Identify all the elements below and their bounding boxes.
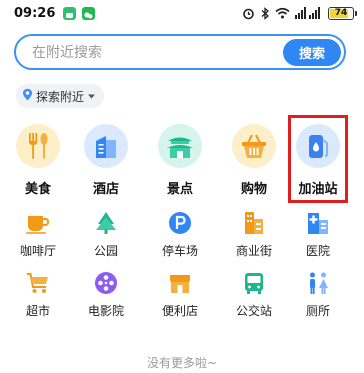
battery-icon: 74 bbox=[328, 6, 357, 20]
category-label: 公交站 bbox=[235, 304, 272, 318]
category-label: 购物 bbox=[240, 182, 267, 197]
shopping-cart-icon bbox=[25, 270, 51, 296]
category-shopping-street[interactable]: 商业街 bbox=[218, 210, 290, 259]
status-bar: 09:26 74 bbox=[0, 0, 364, 26]
hospital-icon bbox=[305, 210, 331, 236]
tree-icon bbox=[93, 210, 119, 236]
signal-icon bbox=[295, 7, 321, 19]
category-label: 厕所 bbox=[305, 304, 330, 318]
shopping-basket-icon bbox=[232, 124, 276, 168]
bus-icon bbox=[241, 270, 267, 296]
battery-percent: 74 bbox=[334, 7, 348, 18]
category-hotel[interactable]: 酒店 bbox=[70, 124, 142, 197]
film-reel-icon bbox=[93, 270, 119, 296]
category-supermarket[interactable]: 超市 bbox=[2, 270, 74, 319]
explore-nearby-label: 探索附近 bbox=[36, 89, 85, 104]
chat-app-icon bbox=[63, 6, 77, 20]
search-button[interactable]: 搜索 bbox=[283, 38, 341, 66]
hotel-building-icon bbox=[84, 124, 128, 168]
parking-icon bbox=[167, 210, 193, 236]
category-park[interactable]: 公园 bbox=[70, 210, 142, 259]
category-convenience-store[interactable]: 便利店 bbox=[144, 270, 216, 319]
explore-nearby-dropdown[interactable]: 探索附近 bbox=[16, 84, 105, 108]
category-shopping[interactable]: 购物 bbox=[218, 124, 290, 197]
category-label: 景点 bbox=[166, 182, 193, 197]
location-pin-icon bbox=[22, 88, 33, 104]
category-coffee[interactable]: 咖啡厅 bbox=[2, 210, 74, 259]
wifi-icon bbox=[275, 7, 290, 19]
toilet-icon bbox=[305, 270, 331, 296]
category-label: 公园 bbox=[93, 244, 118, 258]
category-label: 停车场 bbox=[161, 244, 198, 258]
category-food[interactable]: 美食 bbox=[2, 124, 74, 197]
category-label: 美食 bbox=[24, 182, 51, 197]
status-time: 09:26 bbox=[14, 5, 56, 21]
category-scenic-spot[interactable]: 景点 bbox=[144, 124, 216, 197]
search-bar[interactable]: 在附近搜索 搜索 bbox=[14, 34, 346, 70]
category-parking[interactable]: 停车场 bbox=[144, 210, 216, 259]
category-bus-stop[interactable]: 公交站 bbox=[218, 270, 290, 319]
shop-street-icon bbox=[241, 210, 267, 236]
no-more-text: 没有更多啦~ bbox=[146, 356, 218, 370]
fork-spoon-icon bbox=[16, 124, 60, 168]
wechat-icon bbox=[82, 6, 96, 20]
pavilion-icon bbox=[158, 124, 202, 168]
bluetooth-icon bbox=[260, 6, 270, 20]
category-label: 电影院 bbox=[87, 304, 124, 318]
category-label: 商业街 bbox=[235, 244, 272, 258]
category-restroom[interactable]: 厕所 bbox=[282, 270, 354, 319]
category-label: 咖啡厅 bbox=[19, 244, 56, 258]
gas-station-highlight-box bbox=[288, 115, 348, 203]
category-label: 酒店 bbox=[92, 182, 119, 197]
category-label: 超市 bbox=[25, 304, 50, 318]
category-hospital[interactable]: 医院 bbox=[282, 210, 354, 259]
search-input[interactable]: 在附近搜索 bbox=[32, 42, 283, 62]
category-label: 便利店 bbox=[161, 304, 198, 318]
category-cinema[interactable]: 电影院 bbox=[70, 270, 142, 319]
alarm-icon bbox=[242, 7, 255, 20]
coffee-cup-icon bbox=[25, 210, 51, 236]
store-icon bbox=[167, 270, 193, 296]
category-label: 医院 bbox=[305, 244, 330, 258]
chevron-down-icon bbox=[87, 89, 96, 103]
